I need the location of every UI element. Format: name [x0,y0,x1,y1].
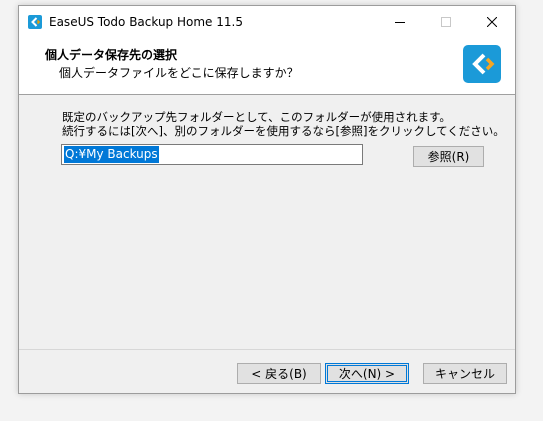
wizard-header: 個人データ保存先の選択 個人データファイルをどこに保存しますか？ [19,37,515,95]
page-title: 個人データ保存先の選択 [45,48,178,62]
close-button[interactable] [469,6,515,37]
cancel-button[interactable]: キャンセル [423,363,507,384]
close-icon [487,16,497,27]
backup-path-input[interactable]: Q:¥My Backups [61,144,363,165]
installer-window: EaseUS Todo Backup Home 11.5 個人データ保存先の選択… [18,5,516,394]
minimize-icon [395,21,405,23]
title-bar[interactable]: EaseUS Todo Backup Home 11.5 [19,6,515,37]
backup-path-value: Q:¥My Backups [64,146,159,163]
footer-divider [19,349,515,350]
minimize-button[interactable] [377,6,423,37]
description-line-2: 続行するには[次へ]、別のフォルダーを使用するなら[参照]をクリックしてください… [62,124,505,138]
app-icon [27,14,43,30]
page-subtitle: 個人データファイルをどこに保存しますか？ [59,66,299,80]
maximize-button[interactable] [423,6,469,37]
next-button[interactable]: 次へ(N) > [325,363,409,384]
back-button[interactable]: < 戻る(B) [237,363,321,384]
easeus-logo-icon [463,45,501,83]
browse-button[interactable]: 参照(R) [413,146,484,167]
window-title: EaseUS Todo Backup Home 11.5 [49,15,243,29]
maximize-icon [441,16,451,27]
